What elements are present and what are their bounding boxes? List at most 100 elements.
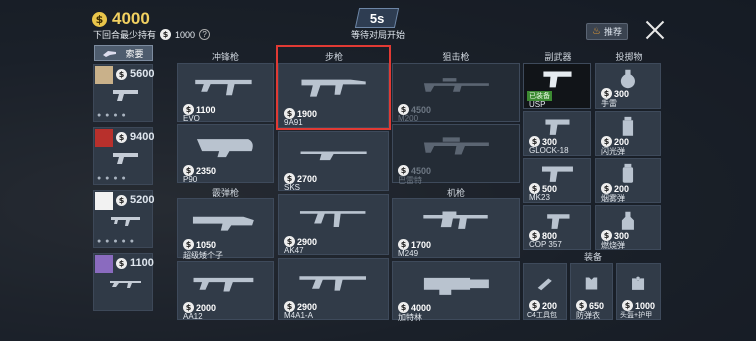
request-button[interactable]: 索要 [94,45,153,61]
price: 4000 [411,302,432,313]
gatling-icon [423,277,489,296]
p90-icon [196,139,253,158]
grenade-icons: ● ● ● ● [97,112,127,119]
shotgun-icon [192,216,254,231]
weapon-name: SKS [284,183,301,192]
weapon-card-sawed-off[interactable]: $1050 超级矮个子 [177,198,274,260]
weapon-name: GLOCK-18 [529,146,569,155]
dollar-icon: $ [116,68,127,80]
grenade-icons: ● ● ● ● [97,175,127,182]
item-card-helmet[interactable]: $1000 头盔+护甲 [616,263,661,320]
smg-icon [194,79,252,96]
selected-highlight [276,45,391,130]
item-name: C4工具包 [527,312,557,319]
smoke-grenade-icon [622,164,634,184]
weapon-card-cop357[interactable]: $800 COP 357 [523,205,591,250]
help-icon[interactable]: ? [199,29,211,40]
sniper-icon [423,78,489,92]
price: 2000 [196,302,217,313]
timer-value: 5s [369,10,385,26]
weapon-card-gatling[interactable]: $4000 加特林 [392,261,520,322]
weapon-card-ak47[interactable]: $2900 AK47 [278,194,389,255]
teammate-money: $5200 [116,194,154,206]
teammate-card[interactable]: $5600 ● ● ● ● [93,64,154,122]
weapon-name: MK23 [529,193,550,202]
rifle-icon [299,275,366,291]
price: 200 [542,300,558,311]
recommend-label: 推荐 [603,27,622,37]
shotgun-icon [193,277,253,292]
price: 300 [614,230,630,241]
armor-vest-icon [585,276,598,290]
weapon-card-m200[interactable]: $4500 M200 [392,63,520,123]
pistol-icon [542,71,572,88]
weapon-name: USP [529,100,546,109]
molotov-icon [621,212,635,231]
recommend-button[interactable]: ♨ 推荐 [586,23,628,40]
c4-tool-icon [537,277,553,290]
weapon-name: COP 357 [529,240,562,249]
request-label: 索要 [125,48,144,59]
avatar [95,129,113,147]
weapon-name: 巴雷特 [398,176,422,185]
item-name: 手雷 [601,99,617,108]
section-smg: 冲锋枪 [211,52,239,62]
price: 2700 [297,173,318,184]
weapon-card-sks[interactable]: $2700 SKS [278,131,389,192]
teammate-card[interactable]: $5200 ● ● ● ● ● [93,190,154,248]
teammate-card[interactable]: $1100 [93,253,154,311]
dollar-icon: $ [183,239,194,250]
weapon-name: AK47 [284,246,304,255]
weapon-card-evo[interactable]: $1100 EVO [177,63,274,123]
rifle-icon [300,151,367,161]
section-pistol: 副武器 [544,52,572,62]
min-hold-info: 下回合最少持有 $ 1000 ? [93,28,211,41]
item-card-smoke[interactable]: $200 烟雾弹 [595,158,661,203]
min-hold-value: 1000 [175,29,196,40]
min-hold-label: 下回合最少持有 [93,30,157,40]
weapon-card-mk23[interactable]: $500 MK23 [523,158,591,203]
item-card-frag[interactable]: $300 手雷 [595,63,661,109]
price: 4500 [411,104,432,115]
price: 2350 [196,165,217,176]
weapon-card-aa12[interactable]: $2000 AA12 [177,261,274,321]
item-card-molotov[interactable]: $300 燃烧弹 [595,205,661,250]
weapon-card-p90[interactable]: $2350 P90 [177,124,274,184]
price: 200 [614,136,630,147]
price: 4500 [411,165,432,176]
item-name: 防弹衣 [576,311,600,320]
item-card-flash[interactable]: $200 闪光弹 [595,111,661,156]
rifle-icon [110,281,141,288]
price: 300 [542,136,558,147]
weapon-name: M200 [398,114,419,123]
weapon-card-glock[interactable]: $300 GLOCK-18 [523,111,591,156]
revolver-icon [546,214,570,230]
pistol-icon [544,119,570,136]
dollar-icon: $ [116,257,127,269]
machine-gun-icon [422,211,488,230]
dollar-icon: $ [92,11,107,27]
dollar-icon: $ [160,29,172,40]
close-button[interactable] [644,19,666,41]
flashbang-icon [622,117,634,137]
weapon-card-usp[interactable]: 已装备 USP [523,63,591,109]
price: 300 [614,88,630,99]
weapon-card-m4a1[interactable]: $2900 M4A1-A [278,258,389,320]
weapon-name: P90 [183,175,198,184]
weapon-card-m249[interactable]: $1700 M249 [392,198,520,258]
weapon-card-barrett[interactable]: $4500 巴雷特 [392,124,520,185]
grenade-icons: ● ● ● ● ● [97,238,135,245]
item-name: 烟雾弹 [601,194,625,203]
teammate-money: $5600 [116,68,154,80]
grenade-icon [620,70,636,89]
item-card-vest[interactable]: $650 防弹衣 [570,263,613,320]
teammate-card[interactable]: $9400 ● ● ● ● [93,127,154,185]
sniper-icon [423,137,489,155]
item-card-c4[interactable]: $200 C4工具包 [523,263,567,320]
price: 500 [542,183,558,194]
hand-icon [103,50,117,57]
money-display: $ 4000 [92,9,150,29]
price: 200 [614,183,630,194]
price: 1700 [411,239,432,250]
weapon-name: 加特林 [398,313,422,322]
